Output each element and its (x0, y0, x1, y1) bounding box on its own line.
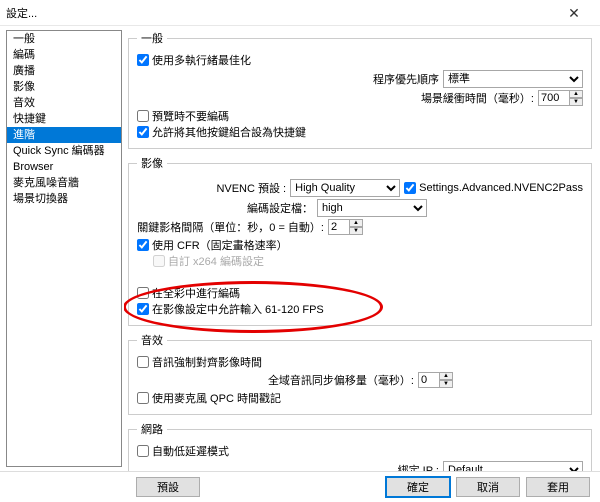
cancel-button[interactable]: 取消 (456, 477, 520, 497)
cb-qpc[interactable]: 使用麥克風 QPC 時間戳記 (137, 390, 583, 406)
sidebar-item[interactable]: 一般 (7, 31, 121, 47)
sidebar-item[interactable]: 場景切換器 (7, 191, 121, 207)
select-nvenc[interactable]: High Quality (290, 179, 400, 197)
ok-button[interactable]: 確定 (386, 477, 450, 497)
cb-x264: 自訂 x264 編碼設定 (153, 253, 583, 269)
button-bar: 預設 確定 取消 套用 (0, 472, 600, 502)
sidebar: 一般編碼廣播影像音效快捷鍵進階Quick Sync 編碼器Browser麥克風噪… (6, 30, 122, 467)
cb-fullcolor[interactable]: 在全彩中進行編碼 (137, 285, 583, 301)
sidebar-item[interactable]: Browser (7, 159, 121, 175)
apply-button[interactable]: 套用 (526, 477, 590, 497)
legend-audio: 音效 (137, 332, 167, 348)
label-bindip: 綁定 IP : (398, 462, 439, 471)
sidebar-item[interactable]: 音效 (7, 95, 121, 111)
spin-keyframe[interactable]: ▲▼ (328, 219, 363, 235)
titlebar: 設定... ✕ (0, 0, 600, 26)
legend-general: 一般 (137, 30, 167, 46)
sidebar-item[interactable]: 影像 (7, 79, 121, 95)
sidebar-item[interactable]: Quick Sync 編碼器 (7, 143, 121, 159)
cb-fps120[interactable]: 在影像設定中允許輸入 61-120 FPS (137, 301, 583, 317)
defaults-button[interactable]: 預設 (136, 477, 200, 497)
spin-buffer[interactable]: ▲▼ (538, 90, 583, 106)
legend-network: 網路 (137, 421, 167, 437)
sidebar-item[interactable]: 編碼 (7, 47, 121, 63)
cb-nvenc2pass[interactable]: Settings.Advanced.NVENC2Pass (404, 182, 583, 194)
cb-lowlat[interactable]: 自動低延遲模式 (137, 443, 583, 459)
group-network: 網路 自動低延遲模式 綁定 IP : Default 延遲調整倍數： ▲▼ 停用… (128, 421, 592, 471)
main-area: 一般編碼廣播影像音效快捷鍵進階Quick Sync 編碼器Browser麥克風噪… (0, 26, 600, 472)
label-offset: 全域音訊同步偏移量（毫秒）: (268, 372, 414, 388)
group-video: 影像 NVENC 預設 : High Quality Settings.Adva… (128, 155, 592, 326)
group-general: 一般 使用多執行緒最佳化 程序優先順序 標準 場景緩衝時間（毫秒）: ▲▼ 預覽… (128, 30, 592, 149)
select-profile[interactable]: high (317, 199, 427, 217)
cb-preview-off[interactable]: 預覽時不要編碼 (137, 108, 583, 124)
window-title: 設定... (6, 5, 554, 21)
select-bindip[interactable]: Default (443, 461, 583, 471)
group-audio: 音效 音訊強制對齊影像時間 全域音訊同步偏移量（毫秒）: ▲▼ 使用麥克風 QP… (128, 332, 592, 415)
sidebar-item[interactable]: 廣播 (7, 63, 121, 79)
label-buffer: 場景緩衝時間（毫秒）: (421, 90, 534, 106)
sidebar-item[interactable]: 進階 (7, 127, 121, 143)
content: 一般 使用多執行緒最佳化 程序優先順序 標準 場景緩衝時間（毫秒）: ▲▼ 預覽… (124, 26, 600, 471)
select-priority[interactable]: 標準 (443, 70, 583, 88)
cb-allow-other[interactable]: 允許將其他按鍵組合設為快捷鍵 (137, 124, 583, 140)
cb-cfr[interactable]: 使用 CFR（固定畫格速率） (137, 237, 583, 253)
sidebar-item[interactable]: 麥克風噪音牆 (7, 175, 121, 191)
close-icon[interactable]: ✕ (554, 6, 594, 20)
cb-multithread[interactable]: 使用多執行緒最佳化 (137, 52, 583, 68)
legend-video: 影像 (137, 155, 167, 171)
spin-offset[interactable]: ▲▼ (418, 372, 453, 388)
label-profile: 編碼設定檔： (247, 200, 313, 216)
label-nvenc: NVENC 預設 : (216, 180, 286, 196)
label-priority: 程序優先順序 (373, 71, 439, 87)
label-keyframe: 關鍵影格間隔（單位：秒，0 = 自動）: (137, 219, 324, 235)
sidebar-item[interactable]: 快捷鍵 (7, 111, 121, 127)
cb-audio-force[interactable]: 音訊強制對齊影像時間 (137, 354, 583, 370)
